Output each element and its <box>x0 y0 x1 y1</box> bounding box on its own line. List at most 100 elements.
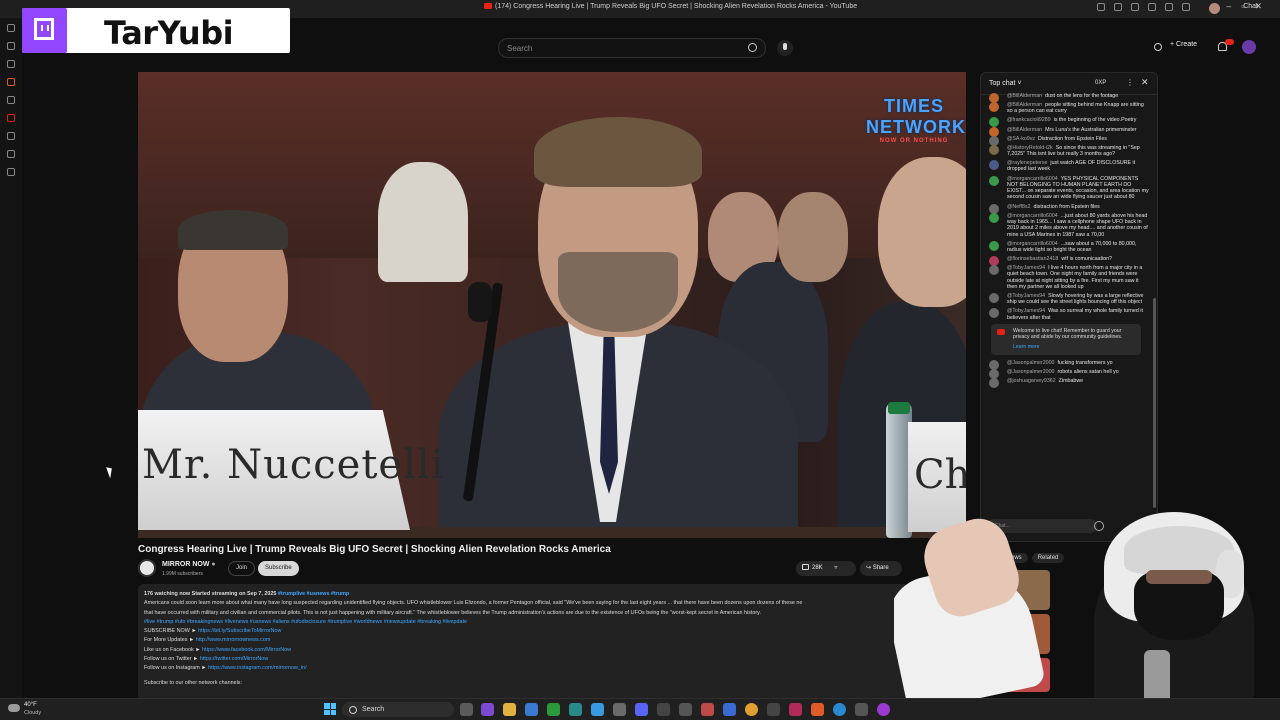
app-taskbar-icon[interactable] <box>723 703 736 716</box>
chat-author[interactable]: @Neff8s2 <box>1007 204 1031 210</box>
window-controls[interactable]: –▫✕ <box>1226 1 1272 12</box>
twitter-link[interactable]: https://twitter.com/MirrorNow <box>200 656 268 662</box>
chat-author[interactable]: @joshuagarvey9362 <box>1007 378 1056 384</box>
edge-icon[interactable] <box>833 703 846 716</box>
chat-author-avatar[interactable] <box>989 240 999 251</box>
chat-author-avatar[interactable] <box>989 293 999 304</box>
chat-author[interactable]: @BillAlderman <box>1007 127 1042 133</box>
app-taskbar-icon[interactable] <box>569 703 582 716</box>
instagram-link[interactable]: https://www.instagram.com/mirrornow_in/ <box>208 665 307 671</box>
history-icon[interactable] <box>7 60 15 68</box>
chat-author[interactable]: @BillAlderman <box>1007 93 1042 99</box>
brave-icon[interactable] <box>811 703 824 716</box>
dislike-icon[interactable]: ▿ <box>834 565 837 571</box>
youtube-sidebar-icon[interactable] <box>7 114 15 122</box>
create-button[interactable]: + Create <box>1170 41 1197 48</box>
more-options-icon[interactable]: ⋮ <box>1126 78 1134 87</box>
video-player[interactable]: Mr. Nuccetelli Ch TIMES NETWORK NOW OR N… <box>138 72 966 538</box>
chat-author[interactable]: @BillAlderman <box>1007 102 1042 108</box>
app-taskbar-icon[interactable] <box>767 703 780 716</box>
voice-search-icon[interactable] <box>777 40 793 56</box>
like-button[interactable]: 28K ▿ <box>796 561 856 576</box>
chat-author[interactable]: @morgancarrillo6004 <box>1007 213 1058 219</box>
tab-grid-icon[interactable] <box>1114 3 1122 11</box>
search-icon[interactable] <box>748 43 757 52</box>
chat-author[interactable]: @frankcacioli9289 <box>1007 117 1051 123</box>
chat-author-avatar[interactable] <box>989 160 999 171</box>
app-taskbar-icon[interactable] <box>679 703 692 716</box>
broadcaster-watermark: TIMES NETWORK NOW OR NOTHING <box>866 96 965 144</box>
chat-message-text: distraction from Epstein files <box>1033 203 1100 210</box>
chat-author-avatar[interactable] <box>989 212 999 223</box>
chat-author-avatar[interactable] <box>989 175 999 186</box>
chat-author[interactable]: @TobyJames94 <box>1007 293 1045 299</box>
chrome-icon[interactable] <box>745 703 758 716</box>
app-taskbar-icon[interactable] <box>525 703 538 716</box>
settings-icon[interactable] <box>7 150 15 158</box>
hashtags[interactable]: #trumplive #usnews #trump <box>278 591 349 597</box>
facebook-link[interactable]: https://www.facebook.com/MirrorNow <box>202 647 291 653</box>
chat-author[interactable]: @TobyJames94 <box>1007 308 1045 314</box>
collections-icon[interactable] <box>1182 3 1190 11</box>
xbox-icon[interactable] <box>547 703 560 716</box>
close-icon[interactable]: ✕ <box>1141 77 1149 88</box>
chat-author-avatar[interactable] <box>989 102 999 113</box>
tab-title[interactable]: (174) Congress Hearing Live | Trump Reve… <box>484 3 857 10</box>
top-chat-dropdown[interactable]: Top chat ˅ <box>989 80 1022 87</box>
chat-author[interactable]: @raylenepeterse <box>1007 160 1047 166</box>
chat-scrollbar[interactable] <box>1153 298 1156 508</box>
add-icon[interactable] <box>7 168 15 176</box>
chat-author[interactable]: @florinsebastian2418 <box>1007 256 1058 262</box>
channel-name[interactable]: MIRROR NOW ● <box>162 561 216 568</box>
chat-author[interactable]: @Jasonpalmer2000 <box>1007 360 1055 366</box>
extensions-icon[interactable] <box>1097 3 1105 11</box>
windows-start-icon[interactable] <box>324 703 336 715</box>
description-hashtags[interactable]: #live #trump #ufo #breakingnews #livenew… <box>144 618 904 627</box>
join-button[interactable]: Join <box>228 561 256 576</box>
search-bar[interactable]: Search <box>498 38 766 58</box>
chat-author-avatar[interactable] <box>989 265 999 276</box>
task-view-icon[interactable] <box>460 703 473 716</box>
chat-author[interactable]: @SA-ko9vz <box>1007 136 1035 142</box>
account-avatar[interactable] <box>1242 40 1256 54</box>
back-arrow-icon[interactable] <box>7 24 15 32</box>
video-description[interactable]: 176 watching now Started streaming on Se… <box>138 584 910 700</box>
downloads-icon[interactable] <box>7 96 15 104</box>
app-icon[interactable] <box>7 78 15 86</box>
refresh-icon[interactable] <box>1148 3 1156 11</box>
discord-icon[interactable] <box>635 703 648 716</box>
chat-author[interactable]: @HistoryRetold-i2k <box>1007 145 1053 151</box>
app-taskbar-icon[interactable] <box>591 703 604 716</box>
tabs-icon[interactable] <box>7 42 15 50</box>
chat-author-avatar[interactable] <box>989 377 999 388</box>
description-link-row: SUBSCRIBE NOW ► https://bit.ly/Subscribe… <box>144 628 282 635</box>
live-chat-panel[interactable]: Top chat ˅ 0XP ⋮ ✕ @BillAlderman dust on … <box>980 72 1158 542</box>
subscribe-link[interactable]: https://bit.ly/SubscribeToMirrorNow <box>198 628 281 634</box>
bookmark-star-icon[interactable] <box>1131 3 1139 11</box>
favorites-icon[interactable] <box>1165 3 1173 11</box>
notes-icon[interactable] <box>7 132 15 140</box>
channel-avatar[interactable] <box>138 559 156 577</box>
gear-icon[interactable] <box>1154 43 1162 51</box>
search-input[interactable]: Search <box>507 44 532 53</box>
website-link[interactable]: http://www.mirrornownews.com <box>196 637 271 643</box>
app-taskbar-icon[interactable] <box>789 703 802 716</box>
chat-author-avatar[interactable] <box>989 308 999 319</box>
learn-more-link[interactable]: Learn more <box>1013 344 1137 350</box>
app-taskbar-icon[interactable] <box>701 703 714 716</box>
xp-badge[interactable]: 0XP <box>1095 80 1106 86</box>
browser-profile-avatar[interactable] <box>1209 3 1220 14</box>
app-taskbar-icon[interactable] <box>855 703 868 716</box>
app-taskbar-icon[interactable] <box>613 703 626 716</box>
taskbar-search[interactable]: Search <box>342 702 454 717</box>
chat-author[interactable]: @morgancarrillo6004 <box>1007 241 1058 247</box>
chat-author-avatar[interactable] <box>989 144 999 155</box>
app-taskbar-icon[interactable] <box>877 703 890 716</box>
subscribe-button[interactable]: Subscribe <box>258 561 299 576</box>
chat-author[interactable]: @TobyJames94 <box>1007 265 1045 271</box>
app-taskbar-icon[interactable] <box>657 703 670 716</box>
app-taskbar-icon[interactable] <box>481 703 494 716</box>
file-explorer-icon[interactable] <box>503 703 516 716</box>
chat-author[interactable]: @morgancarrillo6004 <box>1007 176 1058 182</box>
chat-author[interactable]: @Jasonpalmer2000 <box>1007 369 1055 375</box>
